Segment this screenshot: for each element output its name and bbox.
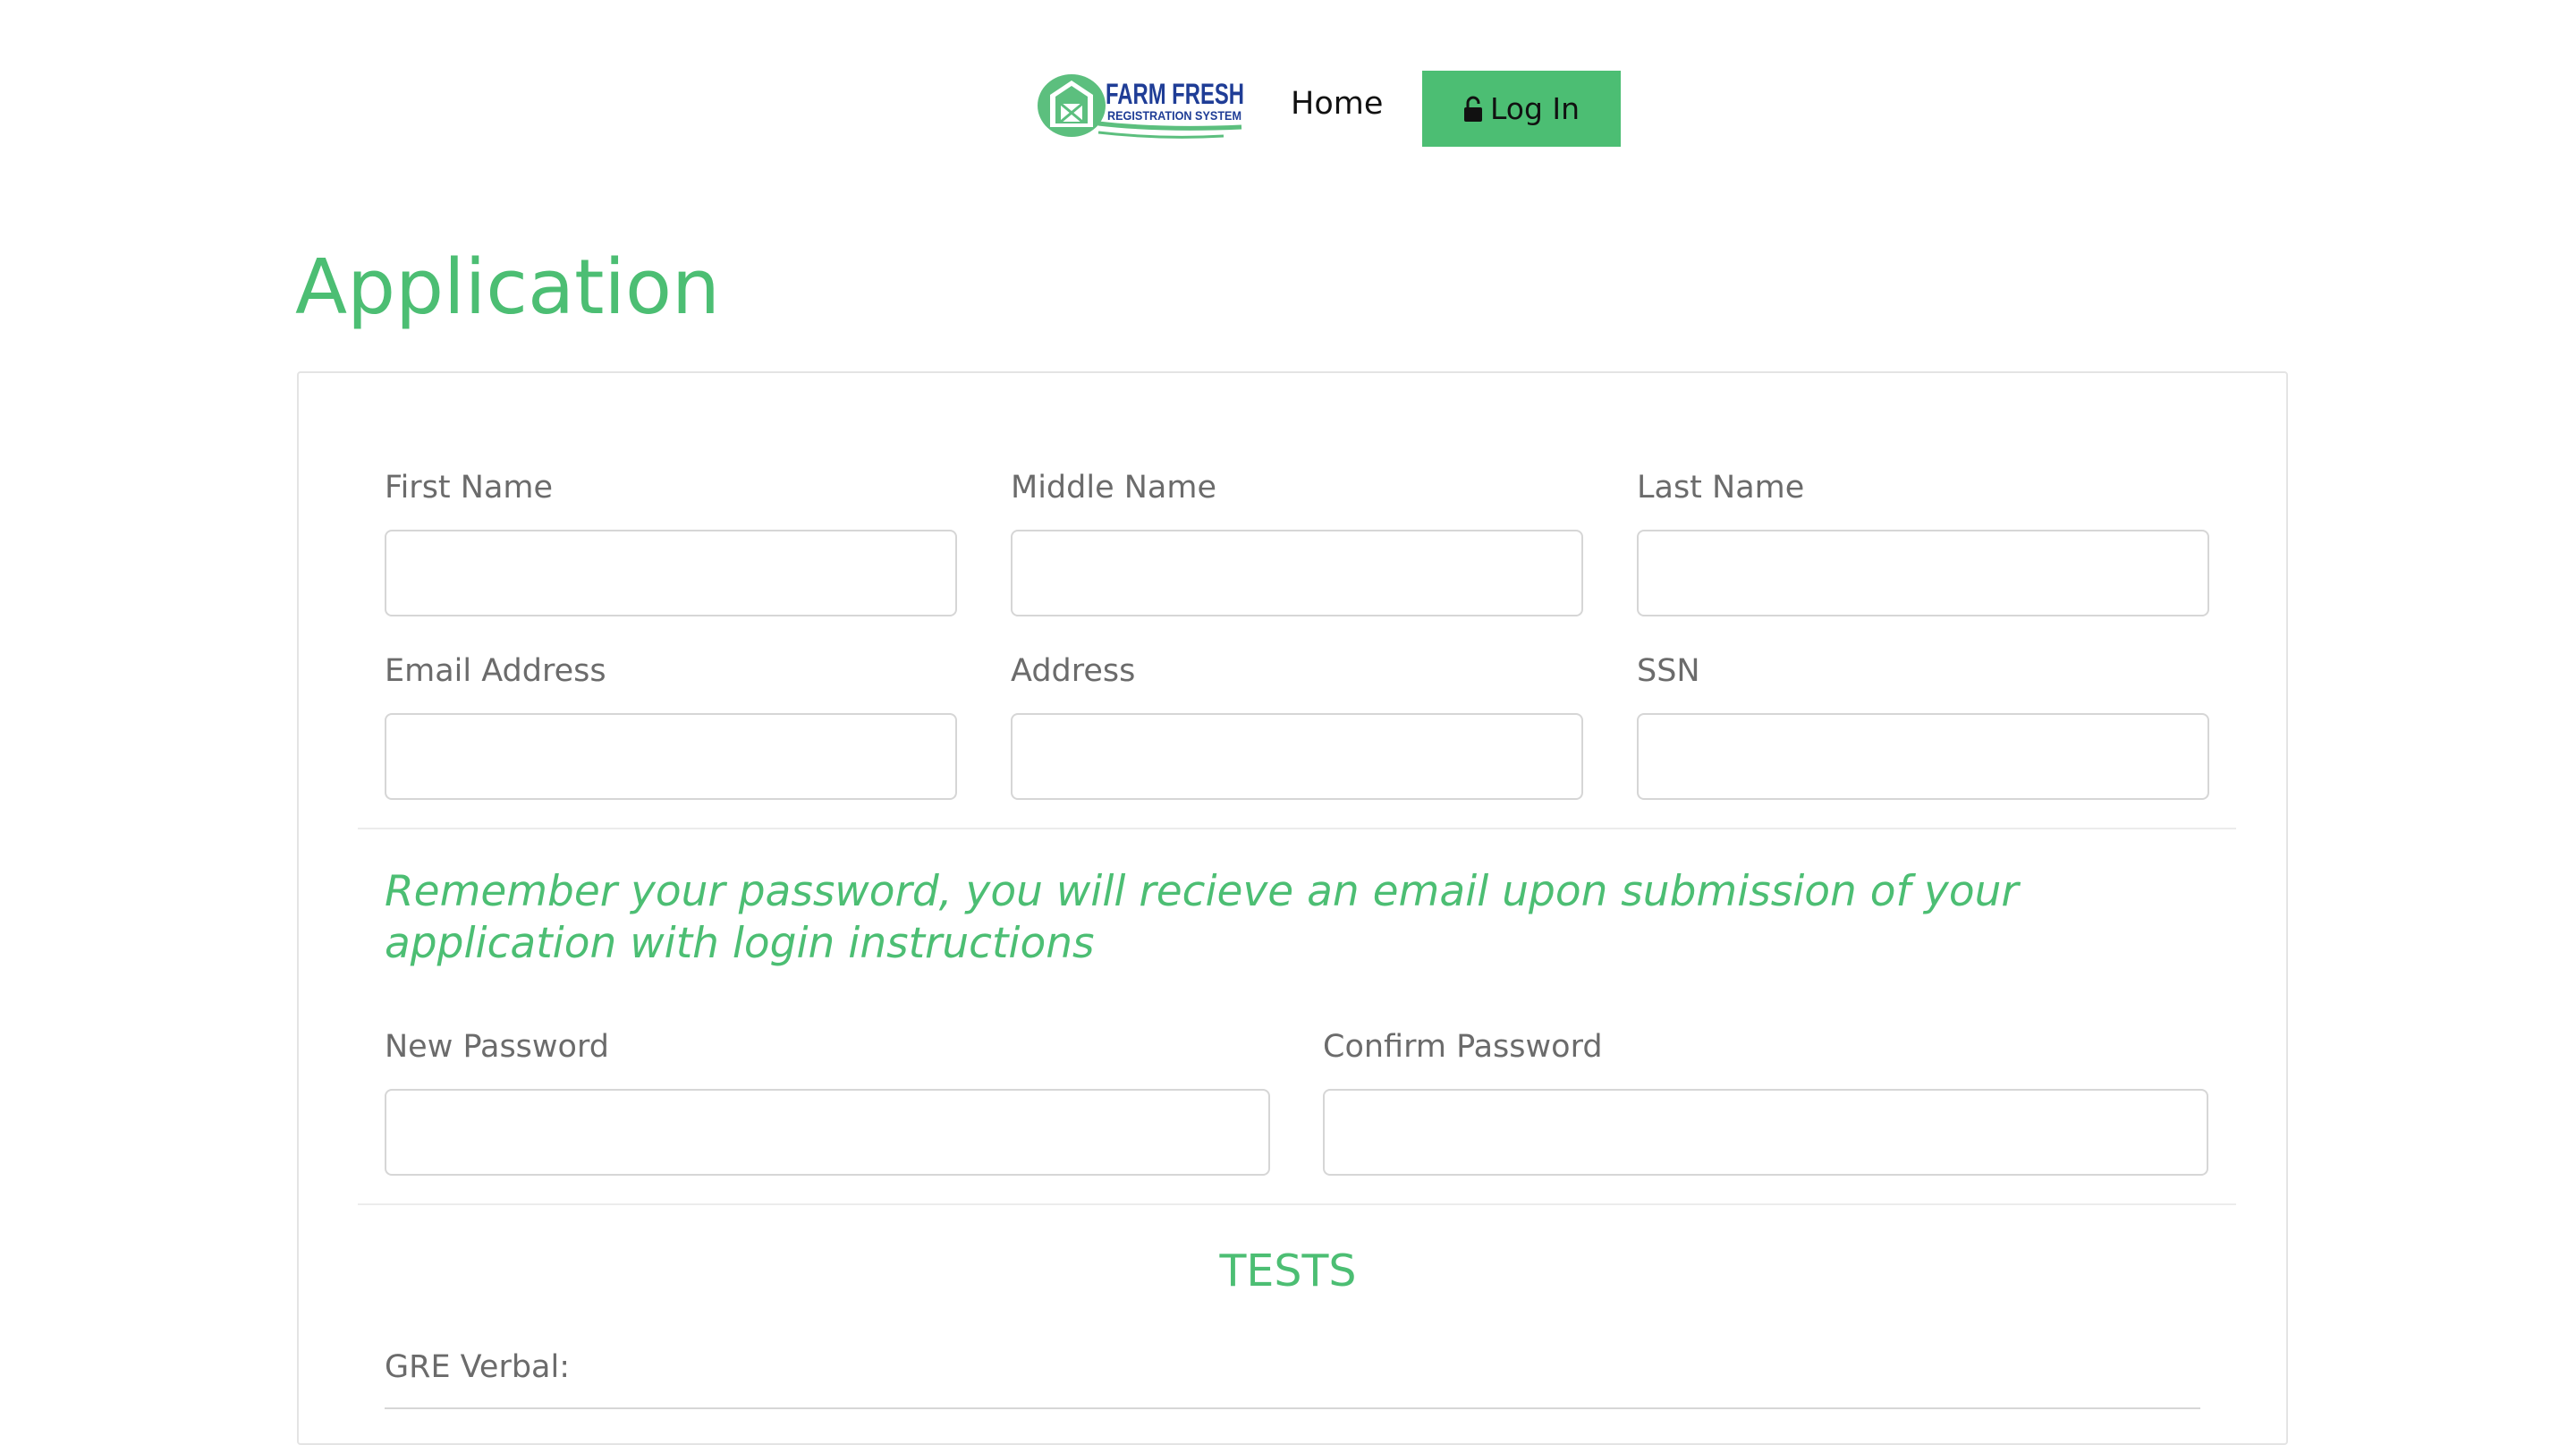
tests-heading: TESTS (0, 1240, 2576, 1303)
ssn-label: SSN (1637, 653, 1700, 689)
first-name-input[interactable] (385, 530, 957, 616)
login-button-label: Log In (1489, 91, 1580, 126)
confirm-password-label: Confirm Password (1323, 1029, 1603, 1065)
section-divider (358, 828, 2236, 829)
address-field: Address (1011, 651, 1583, 800)
nav-home-link[interactable]: Home (1291, 81, 1383, 127)
middle-name-input[interactable] (1011, 530, 1583, 616)
new-password-input[interactable] (385, 1089, 1270, 1176)
new-password-label: New Password (385, 1029, 609, 1065)
address-label: Address (1011, 653, 1136, 689)
first-name-label: First Name (385, 470, 554, 506)
top-navigation: FARM FRESH REGISTRATION SYSTEM Home Log … (0, 0, 2576, 179)
page-title: Application (295, 243, 720, 332)
confirm-password-field: Confirm Password (1323, 1027, 2208, 1176)
last-name-label: Last Name (1637, 470, 1805, 506)
address-input[interactable] (1011, 713, 1583, 800)
ssn-field: SSN (1637, 651, 2209, 800)
confirm-password-input[interactable] (1323, 1089, 2208, 1176)
email-address-label: Email Address (385, 653, 606, 689)
middle-name-field: Middle Name (1011, 468, 1583, 616)
section-divider (358, 1203, 2236, 1205)
new-password-field: New Password (385, 1027, 1270, 1176)
last-name-input[interactable] (1637, 530, 2209, 616)
farm-fresh-logo[interactable]: FARM FRESH REGISTRATION SYSTEM (1036, 68, 1250, 141)
ssn-input[interactable] (1637, 713, 2209, 800)
tests-heading-text: TESTS (1219, 1245, 1357, 1296)
last-name-field: Last Name (1637, 468, 2209, 616)
middle-name-label: Middle Name (1011, 470, 1216, 506)
gre-verbal-input[interactable] (385, 1407, 2200, 1409)
first-name-field: First Name (385, 468, 957, 616)
svg-text:REGISTRATION SYSTEM: REGISTRATION SYSTEM (1107, 108, 1241, 123)
login-button[interactable]: Log In (1422, 71, 1621, 147)
svg-text:FARM FRESH: FARM FRESH (1106, 78, 1244, 110)
password-notice: Remember your password, you will recieve… (385, 867, 2019, 968)
gre-verbal-label: GRE Verbal: (385, 1349, 571, 1385)
lock-icon (1463, 96, 1482, 122)
email-address-input[interactable] (385, 713, 957, 800)
email-address-field: Email Address (385, 651, 957, 800)
